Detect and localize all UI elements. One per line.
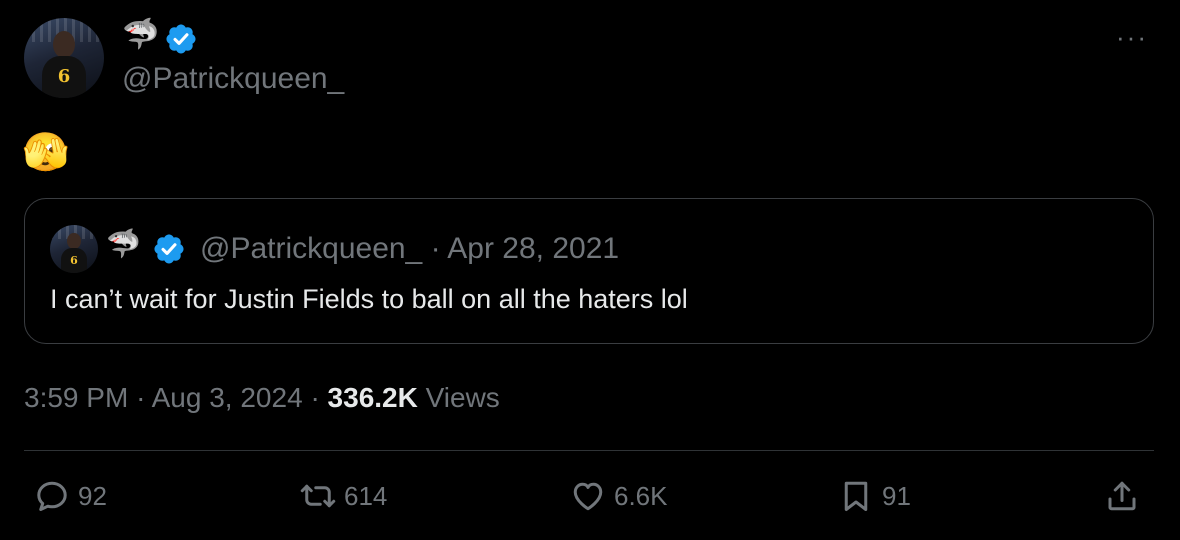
like-icon [573,482,603,511]
meta-separator: · [136,382,146,413]
share-button[interactable] [1104,478,1140,514]
like-button[interactable]: 6.6K [570,478,668,514]
quoted-handle: @Patrickqueen_ [200,232,423,265]
bookmark-icon [844,481,868,511]
quoted-avatar-head [67,232,81,249]
tweet-body: 🫣 [22,132,70,174]
meta-separator: · [310,382,320,413]
views-count: 336.2K [327,382,418,413]
repost-count: 614 [344,480,388,511]
repost-icon [300,484,336,508]
avatar-head [52,30,76,58]
quoted-display-name-emoji: 🦈 [106,228,141,259]
author-handle[interactable]: @Patrickqueen_ [122,62,344,96]
display-name-emoji[interactable]: 🦈 [122,20,159,50]
tweet-time[interactable]: 3:59 PM [24,382,128,413]
quoted-tweet-card[interactable] [24,198,1154,344]
repost-button[interactable]: 614 [300,478,387,514]
quoted-date: Apr 28, 2021 [447,232,620,265]
more-icon[interactable]: ··· [1116,22,1148,53]
tweet-date[interactable]: Aug 3, 2024 [152,382,303,413]
author-avatar[interactable]: 6 [24,18,104,98]
verified-badge-icon [166,24,196,54]
views-label: Views [425,382,500,413]
quoted-author-avatar: 6 [50,225,98,273]
quoted-verified-badge-icon [154,234,184,264]
quoted-separator: · [430,232,441,265]
divider [24,450,1154,451]
like-count: 6.6K [614,480,668,511]
quoted-avatar-jersey-number: 6 [70,253,78,267]
reply-count: 92 [78,480,107,511]
avatar-jersey-number: 6 [57,66,71,87]
reply-icon [37,481,67,511]
tweet-meta: 3:59 PM · Aug 3, 2024 · 336.2K Views [24,382,500,414]
quoted-text: I can’t wait for Justin Fields to ball o… [50,284,688,314]
share-icon [1108,481,1136,511]
reply-button[interactable]: 92 [34,478,107,514]
bookmark-button[interactable]: 91 [838,478,911,514]
bookmark-count: 91 [882,480,911,511]
quoted-meta: @Patrickqueen_ · Apr 28, 2021 [200,232,619,266]
